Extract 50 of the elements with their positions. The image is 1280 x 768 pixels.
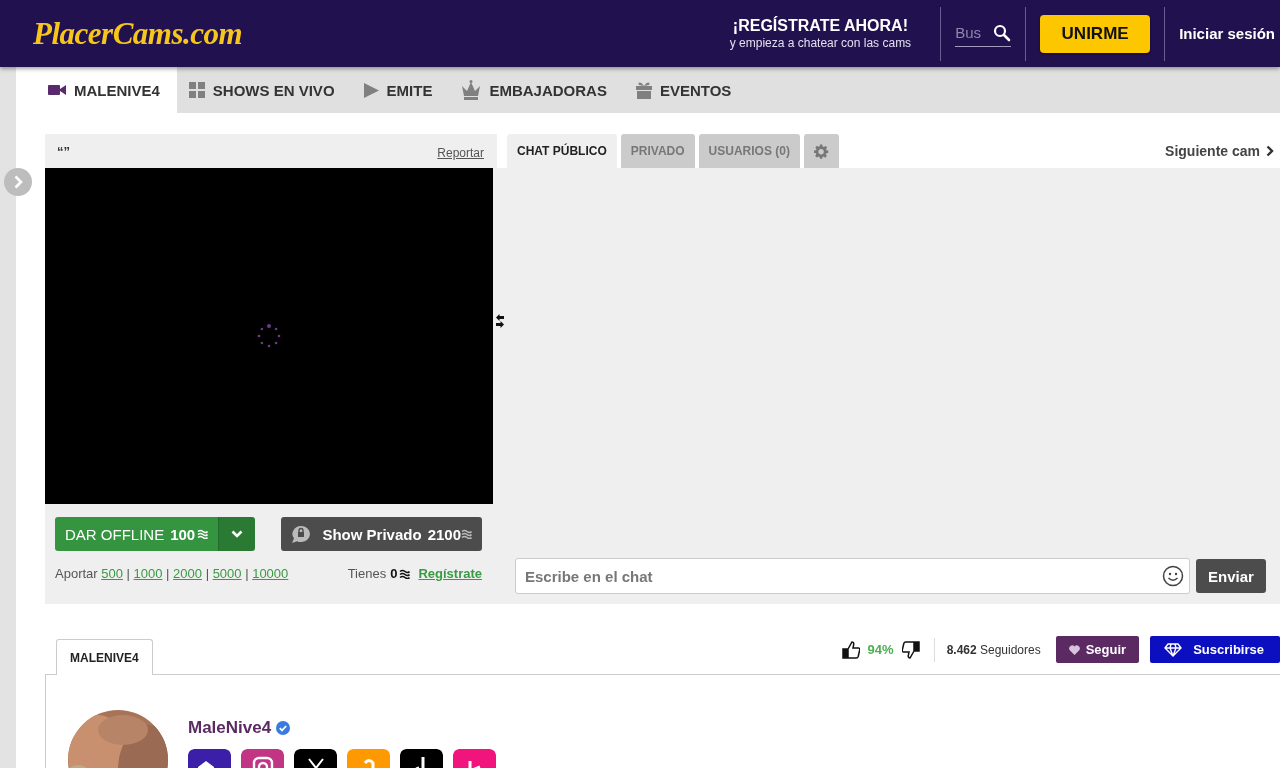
speech-bubble-icon bbox=[291, 524, 312, 544]
followers-count: 8.462 Seguidores bbox=[946, 642, 1041, 657]
spinner-icon bbox=[256, 323, 282, 349]
balance-label: Tienes bbox=[347, 566, 387, 581]
resize-arrows-icon[interactable] bbox=[496, 314, 504, 328]
chevron-right-icon bbox=[1266, 145, 1274, 157]
site-logo[interactable]: PlacerCams.com bbox=[33, 15, 730, 52]
nav-tab[interactable]: SHOWS EN VIVO bbox=[176, 67, 352, 113]
search-icon[interactable] bbox=[993, 23, 1012, 42]
send-button[interactable]: Enviar bbox=[1196, 559, 1266, 593]
grid-icon bbox=[188, 82, 205, 98]
nav-tab[interactable]: EVENTOS bbox=[623, 67, 749, 113]
chat-tab[interactable]: CHAT PÚBLICO bbox=[507, 134, 617, 168]
coin-icon bbox=[399, 568, 411, 579]
login-link[interactable]: Iniciar sesión bbox=[1179, 25, 1275, 42]
profile-tab[interactable]: MALENIVE4 bbox=[56, 639, 153, 675]
rating-percent: 94% bbox=[867, 642, 894, 657]
gift-icon bbox=[635, 81, 652, 99]
crown-icon bbox=[461, 80, 482, 100]
join-button[interactable]: UNIRME bbox=[1040, 14, 1151, 53]
promo-title: ¡REGÍSTRATE AHORA! bbox=[732, 17, 908, 35]
report-link[interactable]: Reportar bbox=[437, 145, 484, 160]
chat-input-field[interactable]: Escribe en el chat bbox=[515, 558, 1190, 594]
thumbs-up-icon bbox=[841, 640, 860, 659]
next-cam-link[interactable]: Siguiente cam bbox=[1165, 143, 1274, 159]
coin-icon bbox=[461, 529, 472, 539]
follow-button[interactable]: Seguir bbox=[1055, 636, 1140, 663]
tip-amounts: Aportar 500 | 1000 | 2000 | 5000 | 10000 bbox=[55, 566, 289, 581]
heart-icon bbox=[1068, 644, 1080, 655]
stream-title: “” bbox=[57, 143, 70, 159]
profile-name: MaleNive4 bbox=[188, 718, 272, 738]
play-icon bbox=[363, 82, 379, 98]
nav-tab[interactable]: MALENIVE4 bbox=[16, 67, 177, 113]
camera-icon bbox=[48, 84, 66, 96]
subscribe-button[interactable]: Suscribirse bbox=[1150, 636, 1280, 663]
thumbs-down-icon bbox=[901, 640, 920, 659]
balance-value: 0 bbox=[390, 566, 398, 581]
settings-tab[interactable] bbox=[803, 134, 839, 168]
promo-subtitle: y empieza a chatear con las cams bbox=[729, 36, 912, 50]
nav-tab[interactable]: EMITE bbox=[351, 67, 450, 113]
emoji-icon[interactable] bbox=[1162, 565, 1184, 587]
search-field[interactable]: Bus bbox=[955, 24, 986, 41]
diamond-icon bbox=[1164, 642, 1183, 657]
chevron-down-icon bbox=[231, 530, 244, 538]
settings-icon bbox=[813, 143, 829, 159]
tip-button[interactable]: DAR OFFLINE 100 bbox=[55, 517, 219, 551]
nav-tab[interactable]: EMBAJADORAS bbox=[449, 67, 624, 113]
dropdown-button[interactable] bbox=[218, 517, 256, 551]
private-show-button[interactable]: Show Privado 2100 bbox=[281, 517, 482, 551]
coin-icon bbox=[197, 529, 209, 539]
